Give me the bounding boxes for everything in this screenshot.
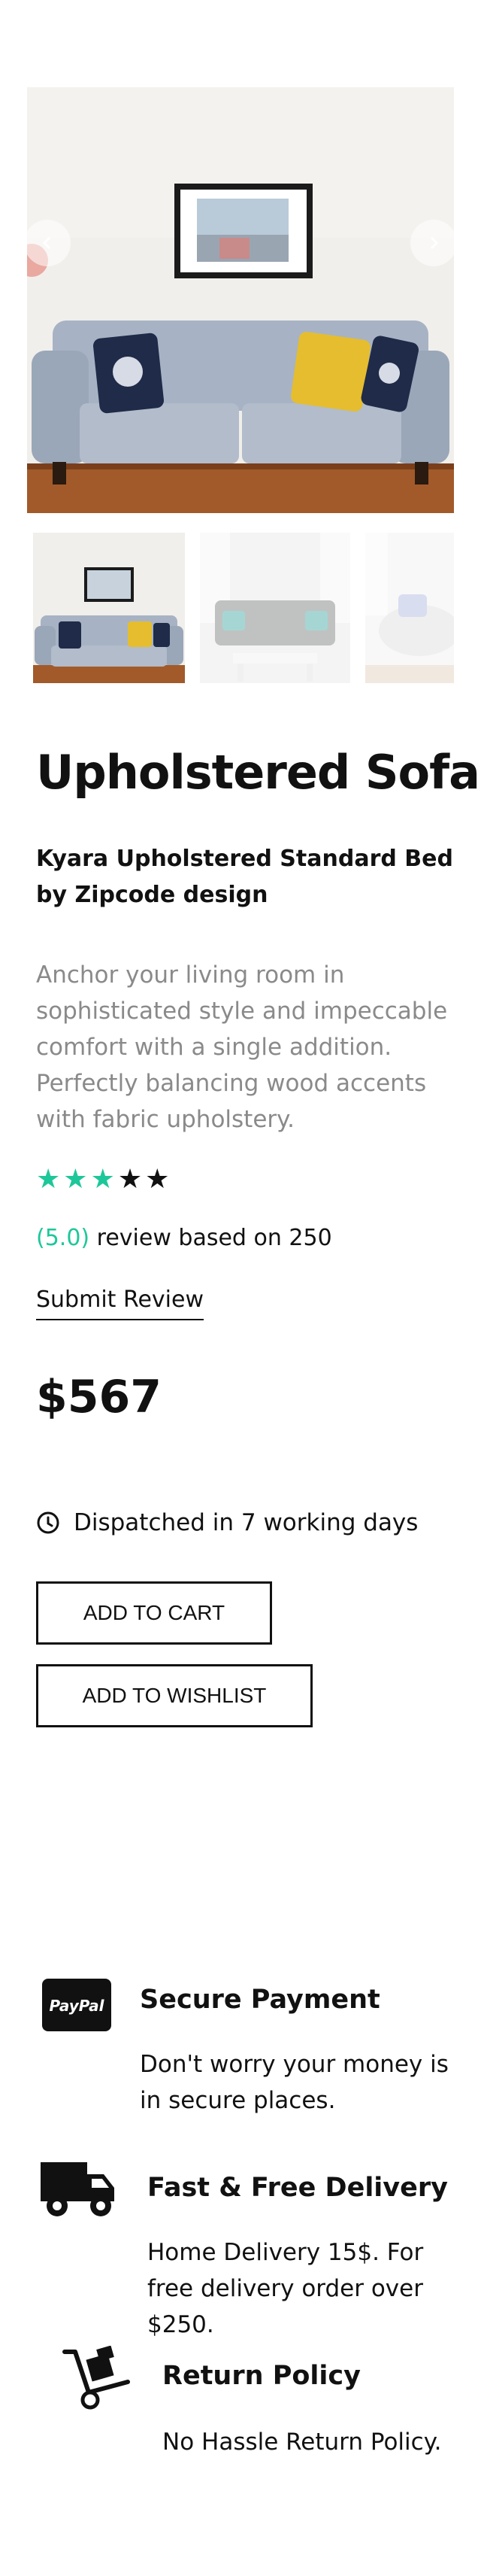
next-image-button[interactable]: [410, 220, 457, 266]
thumbnail-3[interactable]: [365, 533, 454, 683]
clock-icon: [37, 1511, 59, 1534]
star-icon: ★: [63, 1164, 88, 1195]
star-icon: ★: [36, 1164, 61, 1195]
feature-text: Home Delivery 15$. For free delivery ord…: [147, 2239, 424, 2338]
review-summary: (5.0) review based on 250: [36, 1225, 332, 1251]
rating-stars: ★ ★ ★ ★ ★: [36, 1165, 169, 1195]
thumbnail-2[interactable]: [200, 533, 350, 683]
paypal-logo-text: PayPal: [49, 1997, 104, 2015]
paypal-icon: PayPal: [42, 1979, 111, 2031]
review-count-text: review based on 250: [89, 1225, 332, 1251]
feature-text: No Hassle Return Policy.: [162, 2429, 442, 2456]
product-page: Upholstered Sofa Kyara Upholstered Stand…: [0, 0, 481, 2576]
star-icon: ★: [90, 1164, 115, 1195]
dispatch-text: Dispatched in 7 working days: [74, 1509, 419, 1536]
feature-text: Don't worry your money is in secure plac…: [140, 2051, 449, 2114]
star-icon: ★: [145, 1164, 170, 1195]
review-score: (5.0): [36, 1225, 90, 1251]
submit-review-link[interactable]: Submit Review: [36, 1286, 204, 1320]
feature-title: Fast & Free Delivery: [147, 2173, 448, 2203]
thumbnail-strip: [33, 533, 454, 683]
hand-truck-icon: [62, 2346, 130, 2410]
feature-title: Return Policy: [162, 2361, 361, 2391]
main-product-image: [27, 87, 454, 513]
dispatch-info: Dispatched in 7 working days: [36, 1509, 418, 1536]
feature-title: Secure Payment: [140, 1985, 380, 2015]
star-icon: ★: [117, 1164, 143, 1195]
product-description: Anchor your living room in sophisticated…: [36, 961, 448, 1133]
product-price: $567: [36, 1371, 162, 1423]
delivery-truck-icon: [41, 2162, 114, 2216]
product-subtitle: Kyara Upholstered Standard Bed by Zipcod…: [36, 846, 453, 908]
thumbnail-1[interactable]: [33, 533, 185, 683]
add-to-cart-button[interactable]: ADD TO CART: [36, 1581, 272, 1645]
product-title: Upholstered Sofa: [36, 745, 480, 800]
prev-image-button[interactable]: [24, 220, 71, 266]
add-to-wishlist-button[interactable]: ADD TO WISHLIST: [36, 1664, 313, 1727]
chevron-left-icon: [42, 236, 51, 250]
chevron-right-icon: [430, 236, 439, 250]
